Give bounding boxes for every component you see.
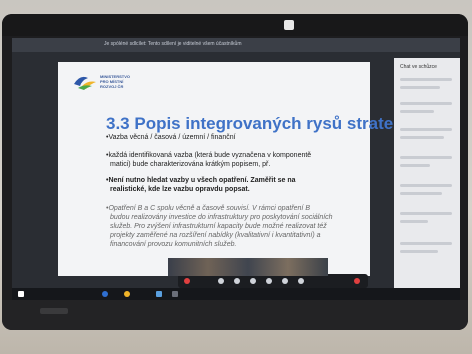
slide-title: 3.3 Popis integrovaných rysů strategie: [106, 114, 418, 133]
people-icon[interactable]: [298, 278, 304, 284]
meeting-banner-text: Je spóléné sdlcílet: Tento sdílení je vi…: [104, 41, 242, 47]
chat-message: [400, 156, 452, 159]
chat-message: [400, 86, 440, 89]
bullet-3a: •Není nutno hledat vazby u všech opatřen…: [106, 177, 296, 184]
browser-icon[interactable]: [102, 291, 108, 297]
bullet-1: •Vazba věcná / časová / územní / finančn…: [106, 134, 236, 141]
participant-video-strip: [168, 258, 328, 276]
meeting-banner: Je spóléné sdlcílet: Tento sdílení je vi…: [12, 38, 460, 52]
laptop-bezel: [2, 14, 468, 36]
bullet-4b: budou realizovány investice do infrastru…: [110, 214, 333, 221]
app-icon[interactable]: [124, 291, 130, 297]
chat-message: [400, 242, 452, 245]
windows-start-icon[interactable]: [18, 291, 24, 297]
taskbar-app-icon[interactable]: [172, 291, 178, 297]
chat-message: [400, 128, 452, 131]
chat-message: [400, 250, 438, 253]
chat-panel-title: Chat ve schůzce: [400, 64, 437, 70]
ministry-logo: MINISTERSTVO PRO MÍSTNÍ ROZVOJ ČR: [72, 72, 132, 94]
bullet-4a: •Opatření B a C spolu věcně a časově sou…: [106, 205, 310, 212]
chat-message: [400, 164, 430, 167]
taskbar: [12, 288, 460, 300]
laptop-brand-label: [40, 308, 68, 314]
chat-message: [400, 184, 452, 187]
presentation-slide: MINISTERSTVO PRO MÍSTNÍ ROZVOJ ČR 3.3 Po…: [58, 62, 418, 276]
chat-panel: Chat ve schůzce: [394, 58, 460, 300]
ministry-logo-text: MINISTERSTVO PRO MÍSTNÍ ROZVOJ ČR: [100, 74, 130, 89]
bullet-2b: matici) bude charakterizována krátkým po…: [110, 161, 271, 168]
logo-line-3: ROZVOJ ČR: [100, 84, 124, 89]
chat-message: [400, 110, 434, 113]
meeting-controls: [178, 274, 368, 288]
chat-message: [400, 78, 452, 81]
bullet-2a: •každá identifikovaná vazba (která bude …: [106, 152, 312, 159]
share-icon[interactable]: [250, 278, 256, 284]
taskbar-app-icon[interactable]: [156, 291, 162, 297]
bullet-4e: financování provozu komunitních služeb.: [110, 241, 237, 248]
chat-message: [400, 192, 442, 195]
leave-icon[interactable]: [354, 278, 360, 284]
chat-icon[interactable]: [282, 278, 288, 284]
bullet-3b: realistické, kde lze vazbu opravdu popsa…: [110, 186, 250, 193]
webcam-cover: [284, 20, 294, 30]
laptop-deck: [2, 300, 468, 330]
record-icon[interactable]: [184, 278, 190, 284]
bullet-4d: projekty zaměřené na rozšíření nabídky (…: [110, 232, 321, 239]
chat-message: [400, 212, 452, 215]
reactions-icon[interactable]: [266, 278, 272, 284]
mic-icon[interactable]: [218, 278, 224, 284]
camera-icon[interactable]: [234, 278, 240, 284]
ministry-logo-icon: [74, 76, 96, 90]
bullet-4c: služeb. Pro zvýšení infrastrukturní kapa…: [110, 223, 327, 230]
chat-message: [400, 220, 428, 223]
chat-message: [400, 136, 444, 139]
laptop: Je spóléné sdlcílet: Tento sdílení je vi…: [2, 14, 468, 330]
chat-message: [400, 102, 452, 105]
